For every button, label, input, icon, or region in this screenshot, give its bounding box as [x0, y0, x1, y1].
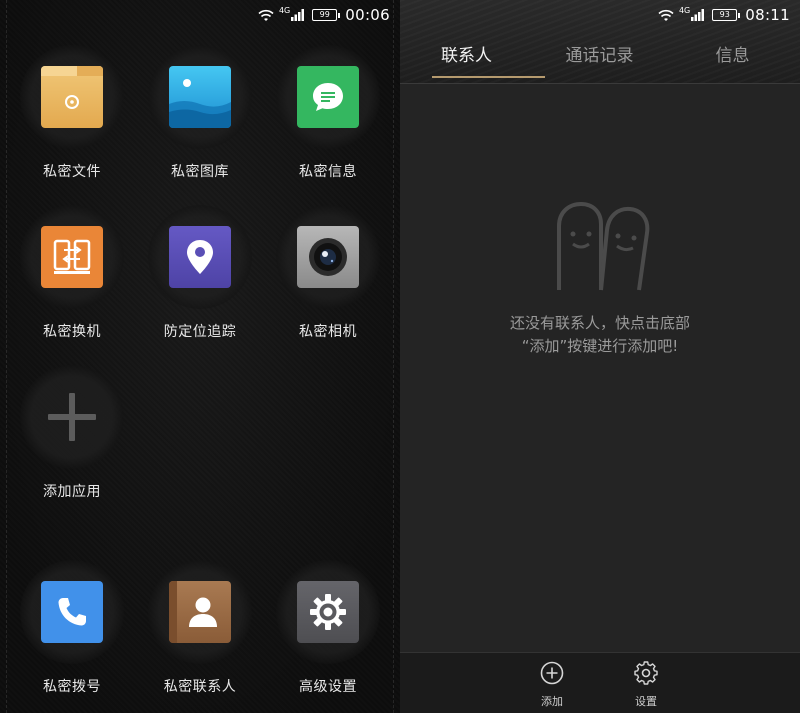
app-private-camera[interactable]: 私密相机 [268, 205, 388, 341]
empty-state-line-2: “添加”按键进行添加吧! [521, 337, 679, 355]
gear-icon [634, 661, 658, 685]
tab-bar: 联系人 通话记录 信息 [400, 40, 800, 80]
app-label: 私密拨号 [43, 679, 101, 695]
status-bar: 4G 99 00:06 [258, 0, 390, 30]
gear-icon [297, 581, 359, 643]
status-bar: 4G 93 08:11 [658, 0, 790, 30]
battery-level: 93 [712, 9, 738, 21]
wifi-icon [658, 9, 674, 21]
app-label: 高级设置 [299, 679, 357, 695]
app-advanced-settings[interactable]: 高级设置 [268, 560, 388, 696]
phone-icon [41, 581, 103, 643]
app-anti-location-tracking[interactable]: 防定位追踪 [140, 205, 260, 341]
contact-icon [169, 581, 231, 643]
empty-state: 还没有联系人，快点击底部 “添加”按键进行添加吧! [400, 200, 800, 358]
empty-state-line-1: 还没有联系人，快点击底部 [509, 314, 690, 332]
network-type: 4G [278, 6, 291, 15]
add-label: 添加 [541, 695, 563, 708]
message-icon [297, 66, 359, 128]
location-pin-icon [169, 226, 231, 288]
app-label: 防定位追踪 [163, 324, 237, 340]
add-contact-button[interactable]: 添加 [522, 661, 582, 709]
add-app-button[interactable]: 添加应用 [12, 365, 132, 501]
battery-icon: 99 [312, 9, 341, 21]
bottom-action-bar: 添加 设置 [400, 652, 800, 713]
header: 4G 93 08:11 联系人 通话记录 信息 [400, 0, 800, 84]
private-space-home: 4G 99 00:06 私密文件 私密图库 私密信息 私密换机 防定位追踪 私密… [0, 0, 400, 713]
wifi-icon [258, 9, 274, 21]
camera-icon [297, 226, 359, 288]
signal-icon [291, 9, 305, 21]
app-label: 私密联系人 [163, 679, 237, 695]
empty-contacts-illustration-icon [557, 201, 650, 291]
app-private-messages[interactable]: 私密信息 [268, 45, 388, 181]
app-label: 私密图库 [171, 164, 229, 180]
folder-icon [41, 66, 103, 128]
plus-icon [48, 393, 96, 441]
app-private-files[interactable]: 私密文件 [12, 45, 132, 181]
settings-button[interactable]: 设置 [616, 661, 676, 709]
app-label: 添加应用 [43, 484, 101, 500]
plus-circle-icon [540, 661, 564, 685]
clock: 08:11 [745, 6, 790, 24]
tab-call-log[interactable]: 通话记录 [533, 40, 666, 80]
battery-level: 99 [312, 9, 338, 21]
private-contacts-screen: 4G 93 08:11 联系人 通话记录 信息 还没有联系人，快点击底部 “添加… [400, 0, 800, 713]
app-private-contacts[interactable]: 私密联系人 [140, 560, 260, 696]
network-type: 4G [678, 6, 691, 15]
empty-state-message: 还没有联系人，快点击底部 “添加”按键进行添加吧! [400, 312, 800, 358]
app-private-dialer[interactable]: 私密拨号 [12, 560, 132, 696]
app-label: 私密信息 [299, 164, 357, 180]
phone-switch-icon [41, 226, 103, 288]
signal-icon [691, 9, 705, 21]
battery-icon: 93 [712, 9, 741, 21]
app-private-gallery[interactable]: 私密图库 [140, 45, 260, 181]
app-label: 私密文件 [43, 164, 101, 180]
settings-label: 设置 [635, 695, 657, 708]
app-label: 私密相机 [299, 324, 357, 340]
app-label: 私密换机 [43, 324, 101, 340]
tab-contacts[interactable]: 联系人 [400, 40, 545, 80]
clock: 00:06 [345, 6, 390, 24]
app-private-phone-switch[interactable]: 私密换机 [12, 205, 132, 341]
gallery-icon [169, 66, 231, 128]
tab-messages[interactable]: 信息 [666, 40, 799, 80]
